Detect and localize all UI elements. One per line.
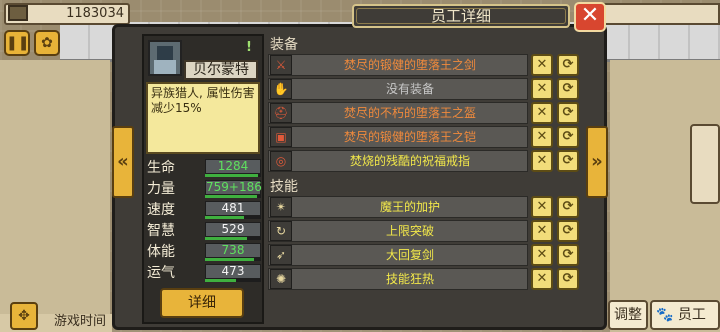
character-description: 异族猎人, 属性伤害减少15%: [146, 82, 260, 154]
unequip-button[interactable]: ✕: [531, 102, 553, 124]
equipment-name: 焚尽的锻健的堕落王之铠: [343, 130, 476, 144]
equipment-header: 装备: [270, 37, 298, 53]
exclamation-icon: !: [246, 40, 252, 55]
skill-swap-button[interactable]: ⟳: [557, 196, 579, 218]
character-name: 贝尔蒙特: [184, 60, 258, 80]
skill-swap-button[interactable]: ⟳: [557, 268, 579, 290]
unequip-button[interactable]: ✕: [531, 78, 553, 100]
sword-icon: ⚔: [270, 55, 292, 75]
paw-icon: 🐾: [656, 307, 674, 323]
skill-name: 大回复剑: [385, 248, 434, 262]
game-time-label: 游戏时间: [54, 314, 107, 329]
skill-remove-button[interactable]: ✕: [531, 268, 553, 290]
swap-equipment-button[interactable]: ⟳: [557, 78, 579, 100]
armor-icon: ▣: [270, 127, 292, 147]
equipment-name: 焚尽的不朽的堕落王之盔: [343, 106, 476, 120]
stat-value: 529: [205, 222, 261, 237]
pause-button[interactable]: ❚❚: [4, 30, 30, 56]
adjust-label: 调整: [614, 307, 642, 323]
skill-name: 魔王的加护: [379, 200, 440, 214]
stat-label: 速度: [147, 202, 175, 218]
move-icon[interactable]: ✥: [10, 302, 38, 330]
glove-icon: ✋: [270, 79, 292, 99]
stat-value: 481: [205, 201, 261, 216]
panel-title: 员工详细: [352, 4, 570, 28]
skill-remove-button[interactable]: ✕: [531, 244, 553, 266]
unequip-button[interactable]: ✕: [531, 54, 553, 76]
equipment-name: 焚烧的残酷的祝福戒指: [349, 154, 470, 168]
swap-equipment-button[interactable]: ⟳: [557, 54, 579, 76]
break-icon: ↻: [270, 221, 292, 241]
adjust-button[interactable]: 调整: [608, 300, 648, 330]
stat-value: 1284: [205, 159, 261, 174]
equipment-name: 没有装备: [385, 82, 434, 96]
staff-button[interactable]: 🐾 员工: [650, 300, 720, 330]
skill-name: 上限突破: [385, 224, 434, 238]
stat-bar-fill: [205, 237, 247, 240]
ring-icon: ◎: [270, 151, 292, 171]
skills-header: 技能: [270, 179, 298, 195]
stat-label: 力量: [147, 181, 175, 197]
top-right-bar: [600, 3, 720, 25]
skill-swap-button[interactable]: ⟳: [557, 244, 579, 266]
skill-name: 技能狂热: [385, 272, 434, 286]
detail-button[interactable]: 详细: [160, 288, 244, 318]
swap-equipment-button[interactable]: ⟳: [557, 102, 579, 124]
stat-bar-fill: [205, 174, 258, 177]
aura-icon: ✴: [270, 197, 292, 217]
gold-amount: 1183034: [66, 6, 124, 21]
frenzy-icon: ✺: [270, 269, 292, 289]
helmet-icon: ⛑: [270, 103, 292, 123]
stat-bar-fill: [205, 195, 257, 198]
stat-value: 473: [205, 264, 261, 279]
staff-label: 员工: [677, 307, 706, 323]
heal-sword-icon: ➶: [270, 245, 292, 265]
stat-bar-fill: [205, 216, 244, 219]
gold-icon: [8, 5, 28, 21]
next-employee-button[interactable]: »: [586, 126, 608, 198]
skill-swap-button[interactable]: ⟳: [557, 220, 579, 242]
stat-value: 759+186: [205, 180, 262, 195]
prev-employee-button[interactable]: «: [112, 126, 134, 198]
floor-left: [0, 60, 110, 332]
stat-bar-fill: [205, 258, 254, 261]
swap-equipment-button[interactable]: ⟳: [557, 150, 579, 172]
stat-label: 智慧: [147, 223, 175, 239]
stat-bar-fill: [205, 279, 236, 282]
side-tab-right[interactable]: [690, 124, 720, 204]
stat-label: 生命: [147, 160, 175, 176]
stat-value: 738: [205, 243, 261, 258]
stat-label: 运气: [147, 265, 175, 281]
swap-equipment-button[interactable]: ⟳: [557, 126, 579, 148]
equipment-name: 焚尽的锻健的堕落王之剑: [343, 58, 476, 72]
settings-button[interactable]: ✿: [34, 30, 60, 56]
skill-remove-button[interactable]: ✕: [531, 220, 553, 242]
character-portrait: [148, 40, 182, 76]
skill-remove-button[interactable]: ✕: [531, 196, 553, 218]
stat-label: 体能: [147, 244, 175, 260]
unequip-button[interactable]: ✕: [531, 150, 553, 172]
unequip-button[interactable]: ✕: [531, 126, 553, 148]
close-button[interactable]: ✕: [574, 2, 606, 32]
